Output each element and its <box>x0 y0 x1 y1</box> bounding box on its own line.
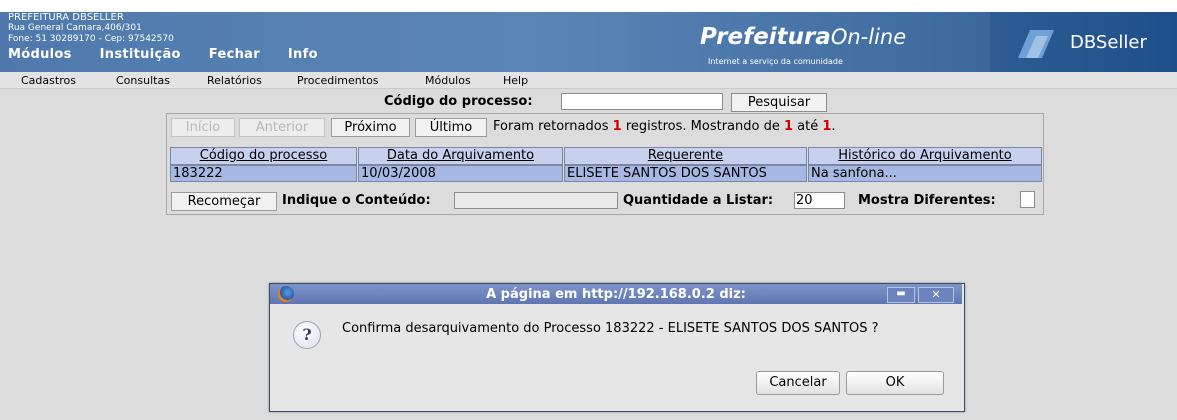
summary-ate: até <box>797 119 819 134</box>
first-page-button[interactable]: Início <box>171 118 235 137</box>
summary-mid: registros. Mostrando de <box>625 119 780 134</box>
result-count: 1 <box>612 119 622 134</box>
vendor-logo-area: DBSeller <box>990 12 1177 72</box>
cancel-button[interactable]: Cancelar <box>756 371 840 395</box>
col-codigo-processo[interactable]: Código do processo <box>170 147 357 165</box>
col-data-arquivamento[interactable]: Data do Arquivamento <box>358 147 563 165</box>
menu-procedimentos[interactable]: Procedimentos <box>297 74 379 87</box>
nav-info[interactable]: Info <box>288 47 318 67</box>
top-nav: Módulos Instituição Fechar Info <box>8 47 346 67</box>
dialog-message: Confirma desarquivamento do Processo 183… <box>342 321 879 336</box>
results-summary: Foram retornados 1 registros. Mostrando … <box>493 119 836 134</box>
range-from: 1 <box>783 119 794 134</box>
menu-help[interactable]: Help <box>503 74 528 87</box>
dialog-title: A página em http://192.168.0.2 diz: <box>486 287 746 302</box>
dialog-titlebar[interactable]: A página em http://192.168.0.2 diz: ▬ ✕ <box>270 284 962 304</box>
next-page-button[interactable]: Próximo <box>331 118 410 137</box>
menu-cadastros[interactable]: Cadastros <box>21 74 76 87</box>
vendor-name: DBSeller <box>1070 32 1147 53</box>
summary-end: . <box>831 119 836 134</box>
search-label: Código do processo: <box>384 94 533 109</box>
nav-modulos[interactable]: Módulos <box>8 47 72 67</box>
summary-prefix: Foram retornados <box>493 119 609 134</box>
close-icon[interactable]: ✕ <box>918 287 954 303</box>
cell-requerente[interactable]: ELISETE SANTOS DOS SANTOS <box>564 165 807 182</box>
content-filter-label: Indique o Conteúdo: <box>282 193 431 208</box>
cell-data[interactable]: 10/03/2008 <box>358 165 563 182</box>
cell-historico[interactable]: Na sanfona... <box>808 165 1042 182</box>
last-page-button[interactable]: Último <box>415 118 487 137</box>
menu-bar: Cadastros Consultas Relatórios Procedime… <box>0 72 1177 89</box>
nav-instituicao[interactable]: Instituição <box>100 47 181 67</box>
cell-codigo[interactable]: 183222 <box>170 165 357 182</box>
question-icon: ? <box>293 321 321 349</box>
process-code-input[interactable] <box>561 93 723 110</box>
dbseller-logo-icon <box>1018 30 1054 58</box>
show-different-checkbox[interactable] <box>1020 191 1035 208</box>
menu-relatorios[interactable]: Relatórios <box>207 74 262 87</box>
org-address: Rua General Camara,406/301 <box>8 23 142 33</box>
org-name: PREFEITURA DBSELLER <box>8 12 124 23</box>
restart-button[interactable]: Recomeçar <box>171 192 277 211</box>
menu-consultas[interactable]: Consultas <box>116 74 170 87</box>
menu-modulos[interactable]: Módulos <box>425 74 471 87</box>
search-button[interactable]: Pesquisar <box>731 93 827 112</box>
ok-button[interactable]: OK <box>846 371 944 395</box>
brand-online: On-line <box>830 25 907 49</box>
brand-logo: PrefeituraOn-line Internet a serviço da … <box>700 24 940 70</box>
quantity-label: Quantidade a Listar: <box>623 193 774 208</box>
quantity-input[interactable]: 20 <box>794 192 845 209</box>
nav-fechar[interactable]: Fechar <box>209 47 260 67</box>
show-different-label: Mostra Diferentes: <box>858 193 996 208</box>
maximize-icon[interactable]: ▬ <box>887 287 915 303</box>
brand-tagline: Internet a serviço da comunidade <box>708 57 843 66</box>
previous-page-button[interactable]: Anterior <box>239 118 325 137</box>
org-phone: Fone: 51 30289170 - Cep: 97542570 <box>8 34 174 44</box>
brand-main: Prefeitura <box>700 24 831 50</box>
col-requerente[interactable]: Requerente <box>564 147 807 165</box>
col-historico[interactable]: Histórico do Arquivamento <box>808 147 1042 165</box>
content-filter-input[interactable] <box>454 192 618 209</box>
